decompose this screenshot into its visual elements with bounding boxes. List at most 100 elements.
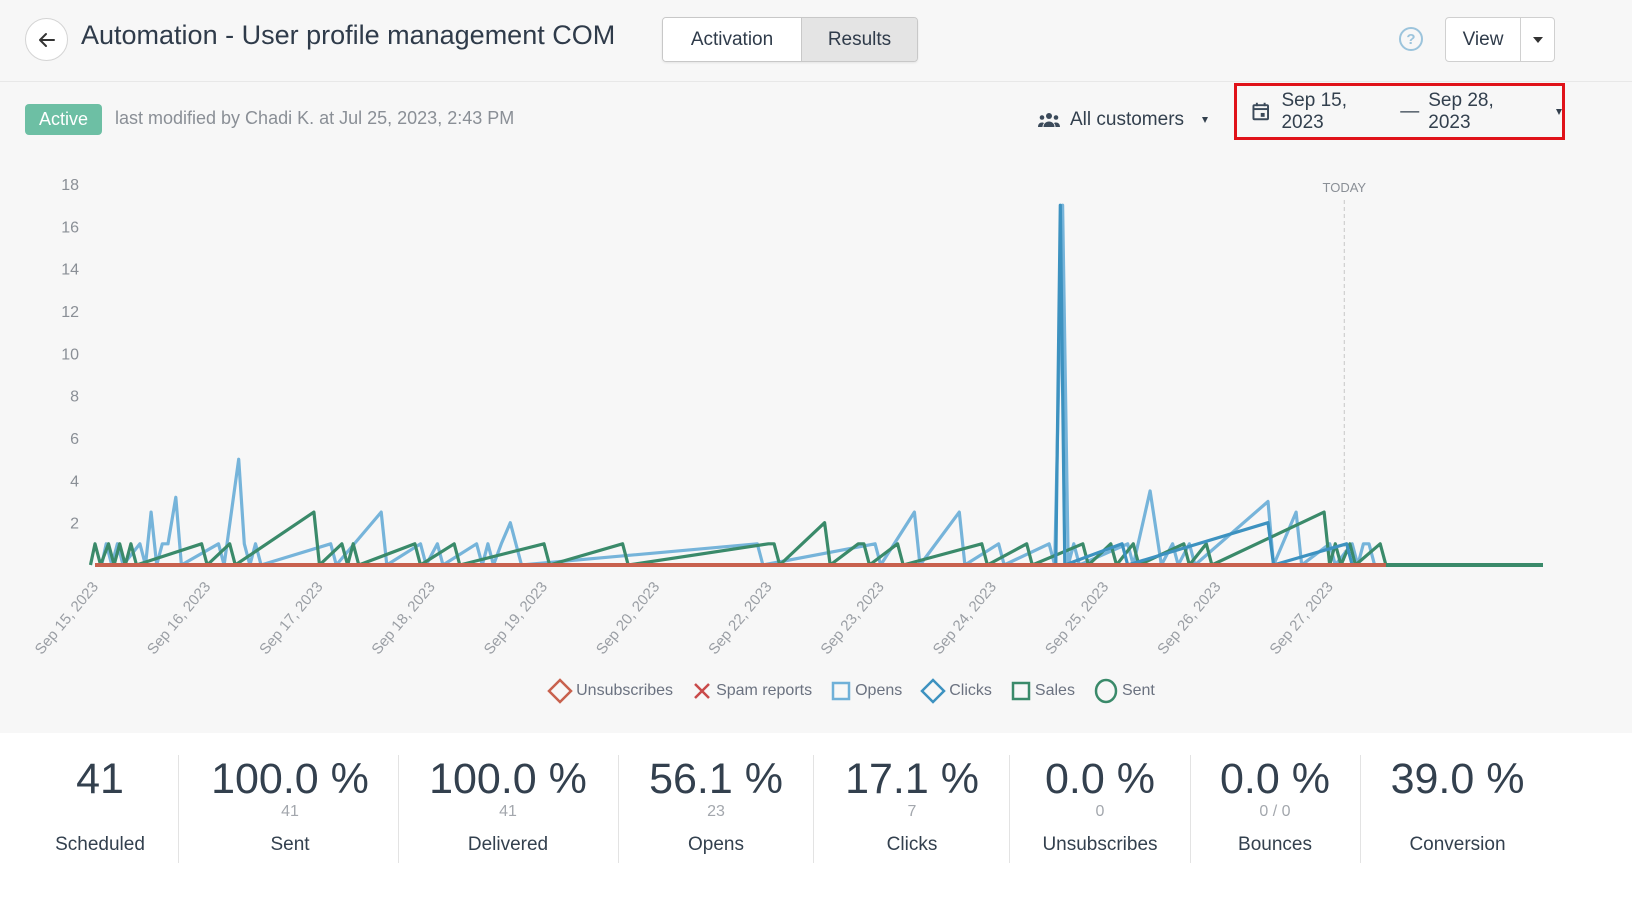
stat-count: 0 / 0 xyxy=(1259,803,1291,820)
view-dropdown-toggle[interactable] xyxy=(1521,18,1554,61)
stats-summary: 41 Scheduled 100.0 % 41 Sent 100.0 % 41 … xyxy=(0,733,1632,903)
legend-item-opens[interactable]: Opens xyxy=(830,678,902,704)
x-tick-label: Sep 24, 2023 xyxy=(930,579,1000,658)
caret-down-icon xyxy=(1202,117,1209,123)
x-tick-label: Sep 23, 2023 xyxy=(817,579,887,658)
tab-results[interactable]: Results xyxy=(802,18,917,61)
square-marker-icon xyxy=(831,681,851,701)
series-line-opens xyxy=(100,203,1377,567)
stat-label: Conversion xyxy=(1409,834,1506,855)
tab-activation[interactable]: Activation xyxy=(663,18,802,61)
legend-label: Spam reports xyxy=(716,682,813,699)
chart-legend: Unsubscribes Spam reports Opens Clicks S… xyxy=(0,678,1632,704)
legend-label: Clicks xyxy=(949,682,992,699)
stat-clicks: 17.1 % 7 Clicks xyxy=(822,733,1002,903)
legend-label: Sent xyxy=(1121,682,1155,699)
x-tick-label: Sep 18, 2023 xyxy=(368,579,438,658)
stat-opens: 56.1 % 23 Opens xyxy=(630,733,802,903)
divider xyxy=(178,755,179,863)
stat-value: 0.0 % xyxy=(1220,755,1330,803)
caret-down-icon xyxy=(1556,108,1563,115)
x-tick-label: Sep 19, 2023 xyxy=(481,579,551,658)
legend-label: Unsubscribes xyxy=(576,682,674,699)
stat-count: 23 xyxy=(707,803,725,820)
y-tick-label: 8 xyxy=(70,389,79,406)
stat-value: 41 xyxy=(76,755,124,803)
date-range-picker[interactable]: Sep 15, 2023 — Sep 28, 2023 xyxy=(1234,83,1565,140)
legend-label: Opens xyxy=(855,682,903,699)
y-tick-label: 16 xyxy=(61,219,79,236)
legend-item-spam-reports[interactable]: Spam reports xyxy=(691,678,812,704)
stat-value: 100.0 % xyxy=(211,755,369,803)
stat-value: 56.1 % xyxy=(649,755,783,803)
x-tick-label: Sep 26, 2023 xyxy=(1154,579,1224,658)
stat-value: 0.0 % xyxy=(1045,755,1155,803)
stat-label: Clicks xyxy=(886,834,938,855)
y-tick-label: 4 xyxy=(70,473,79,490)
stat-label: Scheduled xyxy=(55,834,145,855)
stat-conversion: 39.0 % Conversion xyxy=(1370,733,1545,903)
divider xyxy=(398,755,399,863)
calendar-icon xyxy=(1252,102,1269,121)
stat-scheduled: 41 Scheduled xyxy=(30,733,170,903)
diamond-marker-icon xyxy=(920,678,947,704)
legend-item-clicks[interactable]: Clicks xyxy=(920,678,992,704)
x-tick-label: Sep 15, 2023 xyxy=(32,579,102,658)
status-badge: Active xyxy=(25,104,103,135)
view-mode-toggle: Activation Results xyxy=(662,17,918,62)
x-tick-label: Sep 17, 2023 xyxy=(256,579,326,658)
users-icon xyxy=(1038,113,1060,127)
y-tick-label: 6 xyxy=(70,431,79,448)
y-tick-label: 10 xyxy=(61,346,79,363)
audience-label: All customers xyxy=(1070,109,1185,130)
diamond-marker-icon xyxy=(547,678,573,704)
stat-delivered: 100.0 % 41 Delivered xyxy=(408,733,608,903)
square-marker-icon xyxy=(1011,681,1031,701)
divider xyxy=(1360,755,1361,863)
audience-dropdown[interactable]: All customers xyxy=(1038,105,1209,135)
legend-item-unsubscribes[interactable]: Unsubscribes xyxy=(547,678,673,704)
y-tick-label: 18 xyxy=(61,177,79,194)
page-title: Automation - User profile management COM xyxy=(81,20,616,50)
x-tick-label: Sep 25, 2023 xyxy=(1042,579,1112,658)
stat-sent: 100.0 % 41 Sent xyxy=(190,733,390,903)
legend-item-sent[interactable]: Sent xyxy=(1093,678,1155,704)
x-tick-label: Sep 22, 2023 xyxy=(705,579,775,658)
x-tick-label: Sep 27, 2023 xyxy=(1266,579,1336,658)
x-tick-label: Sep 20, 2023 xyxy=(593,579,663,658)
circle-marker-icon xyxy=(1094,678,1118,704)
divider xyxy=(618,755,619,863)
x-tick-label: Sep 16, 2023 xyxy=(144,579,214,658)
y-tick-label: 12 xyxy=(61,304,79,321)
view-split-button: View xyxy=(1445,17,1555,62)
caret-down-icon xyxy=(1532,36,1543,43)
back-button[interactable] xyxy=(25,18,68,61)
chart-svg: 2 4 6 8 10 12 14 16 18 TODAY Sep 15, 2023 Sep 16, 2… xyxy=(32,177,1543,658)
stat-unsubscribes: 0.0 % 0 Unsubscribes xyxy=(1020,733,1180,903)
date-separator: — xyxy=(1400,100,1420,122)
stat-count: 41 xyxy=(281,803,299,820)
stat-value: 17.1 % xyxy=(845,755,979,803)
x-marker-icon xyxy=(694,683,710,699)
stat-label: Bounces xyxy=(1238,834,1312,855)
stat-label: Unsubscribes xyxy=(1042,834,1158,855)
stat-value: 39.0 % xyxy=(1390,755,1525,803)
view-button[interactable]: View xyxy=(1446,18,1521,61)
stat-count: 41 xyxy=(499,803,517,820)
stat-label: Opens xyxy=(688,834,744,855)
page-header: Automation - User profile management COM… xyxy=(0,0,1632,82)
date-start: Sep 15, 2023 xyxy=(1281,89,1347,133)
divider xyxy=(813,755,814,863)
stat-label: Delivered xyxy=(467,834,549,855)
y-tick-label: 2 xyxy=(70,516,79,533)
today-label: TODAY xyxy=(1323,180,1367,195)
results-chart: 2 4 6 8 10 12 14 16 18 TODAY Sep 15, 2023 Sep 16, 2… xyxy=(0,160,1632,730)
stat-bounces: 0.0 % 0 / 0 Bounces xyxy=(1200,733,1350,903)
legend-item-sales[interactable]: Sales xyxy=(1010,678,1075,704)
stat-label: Sent xyxy=(270,834,310,855)
stat-count: 7 xyxy=(907,803,917,820)
y-tick-label: 14 xyxy=(61,262,79,279)
legend-label: Sales xyxy=(1034,682,1075,699)
question-circle-icon[interactable]: ? xyxy=(1399,27,1423,51)
last-modified-text: last modified by Chadi K. at Jul 25, 202… xyxy=(115,108,515,128)
